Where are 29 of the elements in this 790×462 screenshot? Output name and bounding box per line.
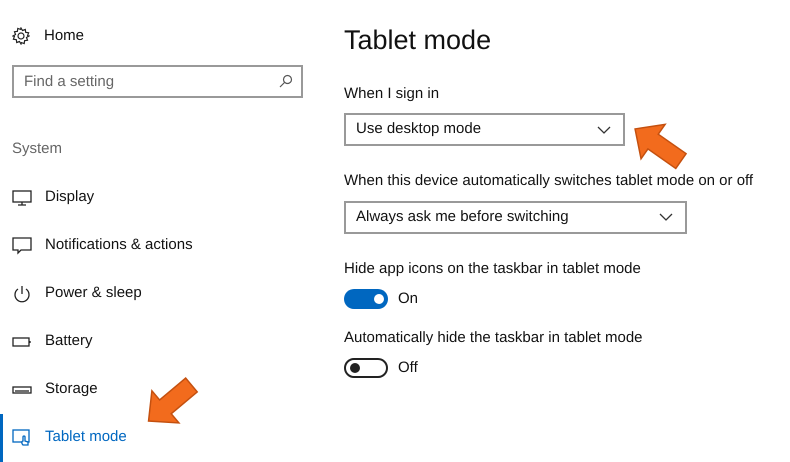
nav-item[interactable]: Storage <box>0 366 322 414</box>
setting-label: When I sign in <box>344 84 440 104</box>
battery-icon <box>12 336 32 348</box>
settings-icon <box>12 27 30 45</box>
monitor-icon <box>12 188 32 206</box>
toggle-switch[interactable] <box>344 289 388 310</box>
power-icon <box>12 284 32 304</box>
section-heading: System <box>12 139 64 159</box>
setting-label: When this device automatically switches tablet mode on or off <box>344 171 754 191</box>
search-icon <box>279 74 293 88</box>
toggle-state: Off <box>398 358 418 378</box>
page-title: Tablet mode <box>344 24 492 57</box>
chevron-down-icon <box>597 126 611 134</box>
nav-item[interactable]: Battery <box>0 318 322 366</box>
nav-item[interactable]: Notifications & actions <box>0 222 322 270</box>
chevron-down-icon <box>659 213 673 221</box>
search-field[interactable]: Find a setting <box>12 65 303 98</box>
setting-label: Automatically hide the taskbar in tablet mode <box>344 328 644 348</box>
setting-label: Hide app icons on the taskbar in tablet mode <box>344 258 642 278</box>
toggle-switch[interactable] <box>344 358 388 378</box>
nav-item[interactable]: Power & sleep <box>0 270 322 318</box>
tablet-icon <box>12 428 32 448</box>
speech-bubble-icon <box>12 236 32 254</box>
drive-icon <box>12 384 32 394</box>
home-link[interactable]: Home <box>44 24 84 48</box>
nav-item[interactable]: Display <box>0 174 322 222</box>
dropdown[interactable]: Use desktop mode <box>344 113 625 146</box>
toggle-state: On <box>398 289 418 309</box>
dropdown[interactable]: Always ask me before switching <box>344 200 687 234</box>
